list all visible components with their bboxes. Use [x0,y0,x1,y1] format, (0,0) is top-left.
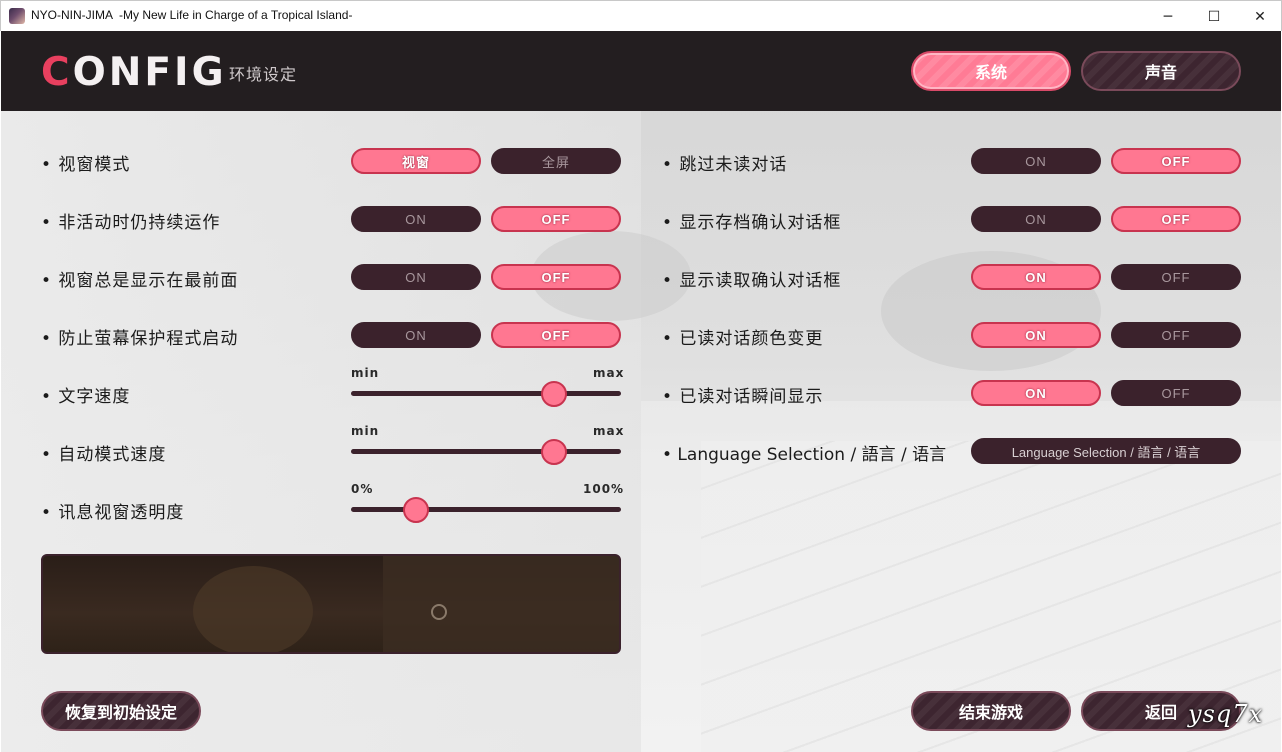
preview-tree [193,566,313,652]
app-icon [9,8,25,24]
setting-label-window-opacity: • 讯息视窗透明度 [41,503,185,523]
setting-label-save-confirm: • 显示存档确认对话框 [662,213,842,233]
setting-label-load-confirm: • 显示读取确认对话框 [662,271,842,291]
setting-label-skip-unread: • 跳过未读对话 [662,155,788,175]
language-selection-button[interactable]: Language Selection / 語言 / 语言 [971,438,1241,464]
opacity-slider-track[interactable] [351,507,621,512]
close-button[interactable]: ✕ [1237,1,1282,32]
opacity-max-label: 100% [583,482,625,496]
text-speed-slider-track[interactable] [351,391,621,396]
load-confirm-off-button[interactable]: OFF [1111,264,1241,290]
auto-speed-min-label: min [351,424,380,438]
setting-label-text-speed: • 文字速度 [41,387,131,407]
read-color-on-button[interactable]: ON [971,322,1101,348]
auto-speed-slider-handle[interactable] [540,439,567,465]
text-speed-min-label: min [351,366,380,380]
auto-speed-max-label: max [593,424,625,438]
setting-label-always-on-top: • 视窗总是显示在最前面 [41,271,239,291]
inactive-run-off-button[interactable]: OFF [491,206,621,232]
page-subtitle: 环境设定 [229,65,298,84]
minimize-button[interactable]: ─ [1145,1,1191,32]
opacity-slider-handle[interactable] [402,497,429,523]
load-confirm-on-button[interactable]: ON [971,264,1101,290]
prevent-screensaver-off-button[interactable]: OFF [491,322,621,348]
always-on-top-on-button[interactable]: ON [351,264,481,290]
text-speed-slider-handle[interactable] [540,381,567,407]
logo-letters: ONFIG [72,50,227,95]
option-fullscreen-button[interactable]: 全屏 [491,148,621,174]
option-windowed-button[interactable]: 视窗 [351,148,481,174]
config-panel: • 视窗模式 视窗 全屏 • 非活动时仍持续运作 ON OFF • 视窗总是显示… [1,111,1281,752]
tab-system[interactable]: 系统 [911,51,1071,91]
quit-game-button[interactable]: 结束游戏 [911,691,1071,731]
message-window-preview [41,554,621,654]
setting-label-window-mode: • 视窗模式 [41,155,131,175]
window-title: NYO-NIN-JIMA -My New Life in Charge of a… [31,8,353,22]
setting-label-prevent-screensaver: • 防止萤幕保护程式启动 [41,329,239,349]
preview-background [383,556,619,652]
save-confirm-off-button[interactable]: OFF [1111,206,1241,232]
setting-label-auto-speed: • 自动模式速度 [41,445,167,465]
setting-label-inactive-run: • 非活动时仍持续运作 [41,213,221,233]
config-logo: CONFIG [41,50,227,95]
inactive-run-on-button[interactable]: ON [351,206,481,232]
prevent-screensaver-on-button[interactable]: ON [351,322,481,348]
window-titlebar: NYO-NIN-JIMA -My New Life in Charge of a… [0,0,1282,31]
read-instant-on-button[interactable]: ON [971,380,1101,406]
setting-label-read-instant: • 已读对话瞬间显示 [662,387,824,407]
opacity-min-label: 0% [351,482,374,496]
logo-letter-c: C [41,50,73,95]
tab-sound[interactable]: 声音 [1081,51,1241,91]
auto-speed-slider-track[interactable] [351,449,621,454]
preview-sign [431,604,447,620]
maximize-button[interactable]: ☐ [1191,1,1237,32]
setting-label-language: • Language Selection / 語言 / 语言 [662,445,947,465]
skip-unread-on-button[interactable]: ON [971,148,1101,174]
config-header: CONFIG 环境设定 系统 声音 [1,31,1281,111]
text-speed-max-label: max [593,366,625,380]
save-confirm-on-button[interactable]: ON [971,206,1101,232]
watermark-text: ysq7x [1188,700,1264,728]
reset-defaults-button[interactable]: 恢复到初始设定 [41,691,201,731]
always-on-top-off-button[interactable]: OFF [491,264,621,290]
read-instant-off-button[interactable]: OFF [1111,380,1241,406]
setting-label-read-color: • 已读对话颜色变更 [662,329,824,349]
skip-unread-off-button[interactable]: OFF [1111,148,1241,174]
read-color-off-button[interactable]: OFF [1111,322,1241,348]
